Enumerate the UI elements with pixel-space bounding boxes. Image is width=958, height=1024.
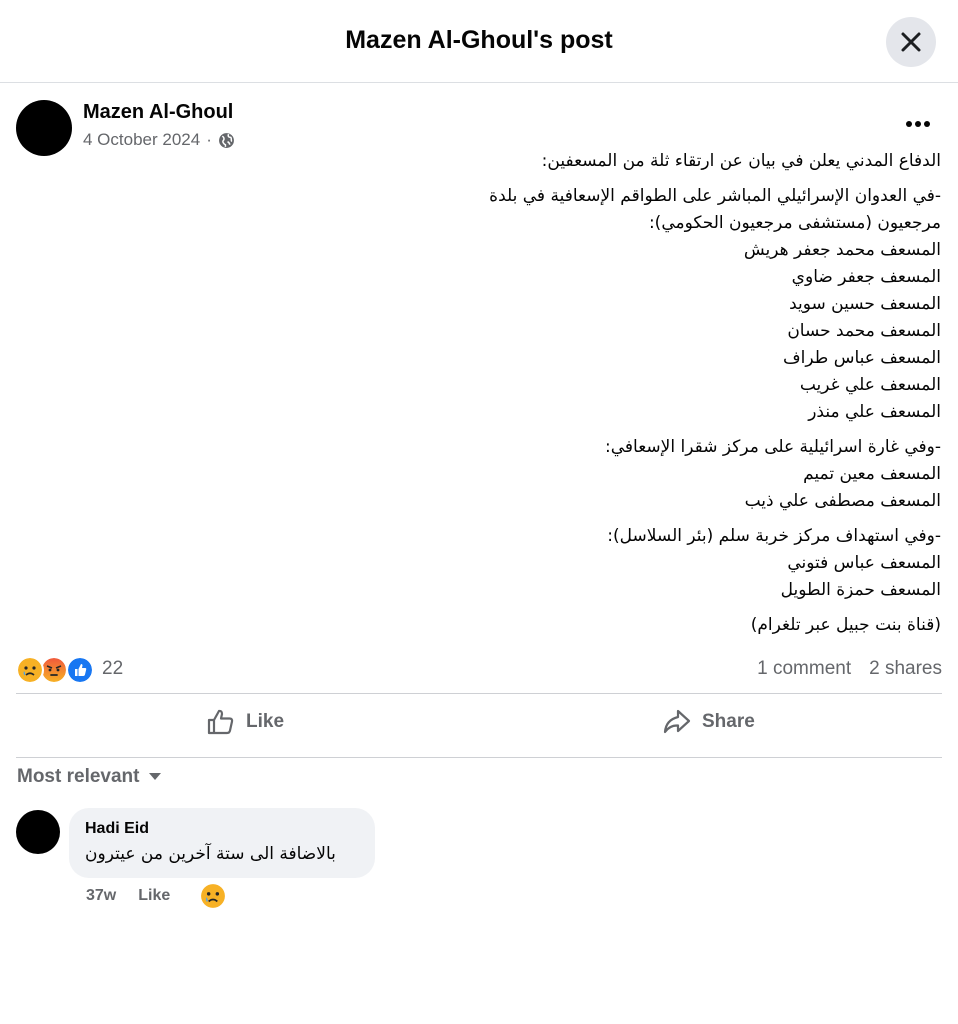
divider [16,757,942,758]
caret-down-icon [149,773,162,780]
post-stats: 1 comment 2 shares [757,658,942,680]
post-stats-row: 22 1 comment 2 shares [16,655,942,685]
comments-count[interactable]: 1 comment [757,658,851,679]
post-line: -في العدوان الإسرائيلي المباشر على الطوا… [489,186,941,206]
post-line: المسعف جعفر ضاوي [791,267,941,287]
commenter-avatar[interactable] [16,810,60,854]
comment-time[interactable]: 37w [86,887,116,905]
comment-author[interactable]: Hadi Eid [85,820,149,838]
author-avatar[interactable] [16,100,72,156]
comment-text: بالاضافة الى ستة آخرين من عيترون [85,844,336,864]
comment-actions: 37w Like [86,883,226,909]
share-button-label: Share [702,711,755,732]
post-line: (قناة بنت جبيل عبر تلغرام) [750,615,941,635]
like-button-label: Like [246,711,285,732]
dialog-title: Mazen Al-Ghoul's post [345,26,613,54]
more-options-button[interactable] [898,108,938,140]
post-line: المسعف حمزة الطويل [780,580,941,600]
post-line: المسعف مصطفى علي ذيب [744,491,941,511]
like-icon [66,656,94,684]
close-button[interactable] [886,17,936,67]
post-paragraph: الدفاع المدني يعلن في بيان عن ارتقاء ثلة… [300,148,941,175]
globe-icon [218,132,234,148]
sort-label: Most relevant [17,766,140,787]
shares-count[interactable]: 2 shares [869,658,942,679]
post-line: المسعف محمد جعفر هريش [743,240,941,260]
reaction-count[interactable]: 22 [102,658,123,680]
post-paragraph: -في العدوان الإسرائيلي المباشر على الطوا… [300,183,941,426]
more-icon [906,121,930,127]
post-line: المسعف محمد حسان [787,321,941,341]
post-line: المسعف حسين سويد [789,294,941,314]
close-icon [901,32,921,52]
post-paragraph: (قناة بنت جبيل عبر تلغرام) [300,612,941,639]
post-text: الدفاع المدني يعلن في بيان عن ارتقاء ثلة… [300,148,941,647]
angry-icon [40,656,68,684]
post-line: مرجعيون (مستشفى مرجعيون الحكومي): [648,213,941,233]
sad-icon[interactable] [200,883,226,909]
divider [16,693,942,694]
post-line: الدفاع المدني يعلن في بيان عن ارتقاء ثلة… [541,151,941,171]
share-icon [663,709,691,734]
share-button[interactable]: Share [662,698,755,746]
like-button[interactable]: Like [206,698,284,746]
post-line: -وفي غارة اسرائيلية على مركز شقرا الإسعا… [605,437,941,457]
post-meta: 4 October 2024 · [83,130,235,150]
author-name[interactable]: Mazen Al-Ghoul [83,101,233,124]
post-line: المسعف علي منذر [808,402,941,422]
post-line: المسعف علي غريب [799,375,941,395]
post-line: المسعف عباس فتوني [787,553,941,573]
comment-bubble: Hadi Eid بالاضافة الى ستة آخرين من عيترو… [69,808,375,878]
post-line: المسعف عباس طراف [783,348,941,368]
comment-like-button[interactable]: Like [138,887,170,905]
post-paragraph: -وفي غارة اسرائيلية على مركز شقرا الإسعا… [300,434,941,515]
post-line: -وفي استهداف مركز خربة سلم (بئر السلاسل)… [607,526,941,546]
thumbs-up-icon [207,709,234,735]
meta-separator: · [206,130,212,149]
post-paragraph: -وفي استهداف مركز خربة سلم (بئر السلاسل)… [300,523,941,604]
sad-icon [16,656,44,684]
post-line: المسعف معين تميم [803,464,941,484]
comment-sort-dropdown[interactable]: Most relevant [17,766,162,788]
post-date[interactable]: 4 October 2024 [83,130,200,150]
post-dialog-header: Mazen Al-Ghoul's post [0,0,958,83]
